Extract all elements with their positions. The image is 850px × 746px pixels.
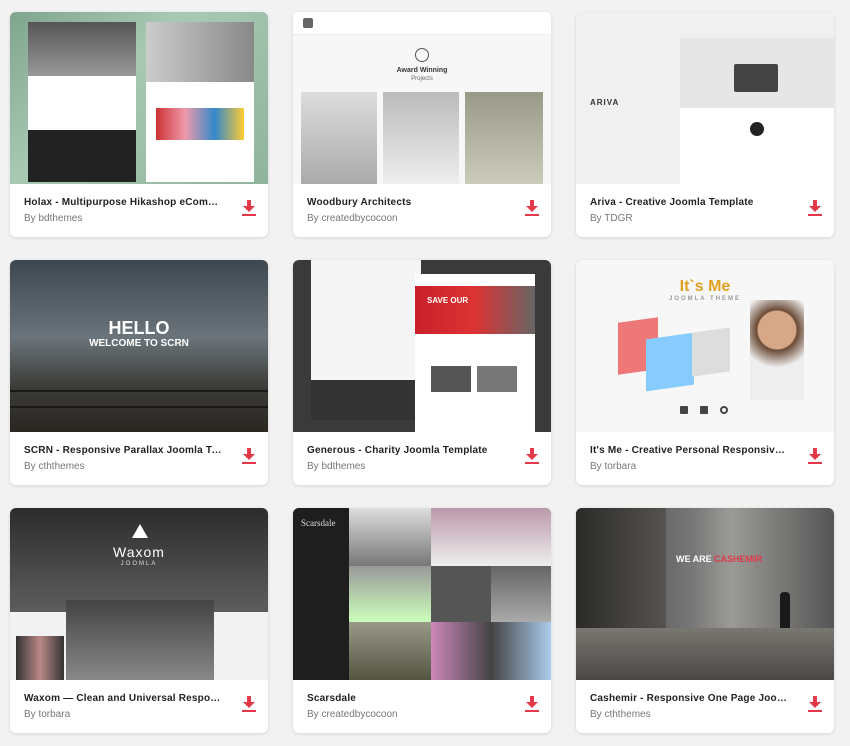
card-meta: Ariva - Creative Joomla Template By TDGR: [576, 184, 834, 237]
download-icon[interactable]: [808, 448, 822, 464]
thumb-heading: ARIVA: [590, 98, 620, 107]
card-title[interactable]: Scarsdale: [307, 693, 507, 704]
template-card[interactable]: Scarsdale Scarsdale By createdbycocoon: [293, 508, 551, 733]
download-icon[interactable]: [808, 696, 822, 712]
card-meta: Waxom — Clean and Universal Responsi… By…: [10, 680, 268, 733]
thumb-heading: HELLO: [108, 318, 170, 338]
card-author[interactable]: By torbara: [590, 461, 636, 472]
card-meta: Woodbury Architects By createdbycocoon: [293, 184, 551, 237]
download-icon[interactable]: [525, 696, 539, 712]
thumb-heading: Scarsdale: [301, 518, 336, 528]
thumb-subheading: JOOMLA: [120, 561, 158, 567]
card-title[interactable]: Generous - Charity Joomla Template: [307, 445, 507, 456]
template-thumbnail[interactable]: Scarsdale: [293, 508, 551, 680]
card-author[interactable]: By TDGR: [590, 213, 633, 224]
template-thumbnail[interactable]: SAVE OUR: [293, 260, 551, 432]
card-meta: It's Me - Creative Personal Responsive ……: [576, 432, 834, 485]
template-card[interactable]: WE ARE CASHEMIR Cashemir - Responsive On…: [576, 508, 834, 733]
template-thumbnail[interactable]: Waxom JOOMLA: [10, 508, 268, 680]
download-icon[interactable]: [242, 200, 256, 216]
thumb-subheading: CASHEMIR: [714, 554, 763, 564]
thumb-heading: Award Winning: [396, 67, 448, 74]
template-card[interactable]: HELLO WELCOME TO SCRN SCRN - Responsive …: [10, 260, 268, 485]
card-author[interactable]: By cththemes: [590, 709, 651, 720]
template-card[interactable]: ARIVA Ariva - Creative Joomla Template B…: [576, 12, 834, 237]
template-card[interactable]: Waxom JOOMLA Waxom — Clean and Universal…: [10, 508, 268, 733]
thumb-subheading: WELCOME TO SCRN: [89, 338, 189, 349]
download-icon[interactable]: [525, 200, 539, 216]
card-meta: Generous - Charity Joomla Template By bd…: [293, 432, 551, 485]
card-title[interactable]: Cashemir - Responsive One Page Jooml…: [590, 693, 790, 704]
thumb-heading: SAVE OUR: [427, 296, 469, 305]
template-card[interactable]: SAVE OUR Generous - Charity Joomla Templ…: [293, 260, 551, 485]
template-thumbnail[interactable]: ARIVA: [576, 12, 834, 184]
template-card[interactable]: Holax - Multipurpose Hikashop eComm… By …: [10, 12, 268, 237]
card-author[interactable]: By createdbycocoon: [307, 213, 398, 224]
card-meta: Holax - Multipurpose Hikashop eComm… By …: [10, 184, 268, 237]
card-author[interactable]: By createdbycocoon: [307, 709, 398, 720]
thumb-heading: WE ARE: [676, 554, 712, 564]
card-meta: Cashemir - Responsive One Page Jooml… By…: [576, 680, 834, 733]
download-icon[interactable]: [525, 448, 539, 464]
template-thumbnail[interactable]: WE ARE CASHEMIR: [576, 508, 834, 680]
template-card[interactable]: It`s Me JOOMLA THEME It's Me - Creative …: [576, 260, 834, 485]
template-card[interactable]: Award Winning Projects Woodbury Architec…: [293, 12, 551, 237]
template-thumbnail[interactable]: Award Winning Projects: [293, 12, 551, 184]
card-meta: SCRN - Responsive Parallax Joomla Te… By…: [10, 432, 268, 485]
card-author[interactable]: By bdthemes: [307, 461, 365, 472]
thumb-subheading: Projects: [411, 76, 433, 82]
thumb-heading: It`s Me: [679, 278, 731, 295]
card-author[interactable]: By cththemes: [24, 461, 85, 472]
card-meta: Scarsdale By createdbycocoon: [293, 680, 551, 733]
template-grid: Holax - Multipurpose Hikashop eComm… By …: [0, 0, 850, 746]
card-title[interactable]: Woodbury Architects: [307, 197, 507, 208]
download-icon[interactable]: [808, 200, 822, 216]
template-thumbnail[interactable]: [10, 12, 268, 184]
card-title[interactable]: It's Me - Creative Personal Responsive …: [590, 445, 790, 456]
thumb-heading: Waxom: [113, 544, 165, 560]
download-icon[interactable]: [242, 696, 256, 712]
template-thumbnail[interactable]: HELLO WELCOME TO SCRN: [10, 260, 268, 432]
card-author[interactable]: By torbara: [24, 709, 70, 720]
card-title[interactable]: Ariva - Creative Joomla Template: [590, 197, 790, 208]
card-title[interactable]: Holax - Multipurpose Hikashop eComm…: [24, 197, 224, 208]
download-icon[interactable]: [242, 448, 256, 464]
card-title[interactable]: Waxom — Clean and Universal Responsi…: [24, 693, 224, 704]
card-author[interactable]: By bdthemes: [24, 213, 82, 224]
card-title[interactable]: SCRN - Responsive Parallax Joomla Te…: [24, 445, 224, 456]
template-thumbnail[interactable]: It`s Me JOOMLA THEME: [576, 260, 834, 432]
